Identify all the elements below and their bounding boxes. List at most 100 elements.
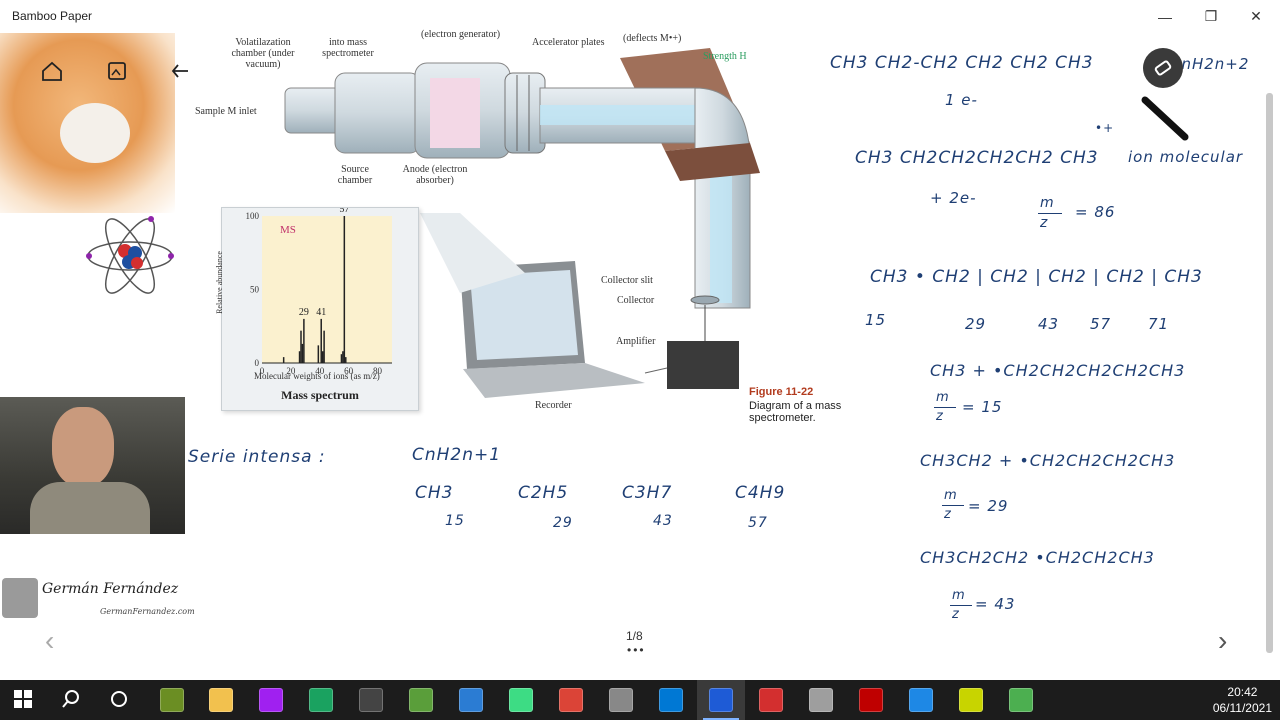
note-line4: + 2e- [930,189,977,207]
label-anode: Anode (electron absorber) [402,164,468,186]
note-mz1-val: = 86 [1075,203,1116,221]
mail-taskbar-button[interactable] [647,680,695,720]
plot-area [262,216,392,363]
note-line6: CH3 + •CH2CH2CH2CH2CH3 [930,361,1186,380]
note-line7-mz: = 29 [968,497,1009,515]
note-chain: CH3 • CH2 | CH2 | CH2 | CH2 | CH3 [870,267,1203,287]
app-icon-yellow [959,688,983,712]
serie-num-29: 29 [553,515,573,531]
cortana-taskbar-button[interactable] [96,680,144,720]
app-1-taskbar-button[interactable] [148,680,196,720]
taskbar: 20:42 06/11/2021 [0,680,1280,720]
webcam-video [0,397,185,534]
note-mz3-den: z [944,507,952,522]
system-clock[interactable]: 20:42 06/11/2021 [1213,684,1272,716]
app-globe-taskbar-button[interactable] [897,680,945,720]
note-mz3-num: m [944,488,958,503]
bamboo-paper-icon [709,688,733,712]
label-collector: Collector [617,295,655,306]
search-taskbar-button[interactable] [48,680,96,720]
serie-item-c2h5: C2H5 [518,483,569,503]
back-button[interactable] [170,60,192,87]
amplifier-box [667,341,739,389]
explorer-taskbar-button[interactable] [197,680,245,720]
note-line8-mz: = 43 [975,595,1016,613]
app-bw-taskbar-button[interactable] [597,680,645,720]
app-icon-1 [160,688,184,712]
serie-label: Serie intensa : [188,447,326,467]
y-tick-50: 50 [250,285,260,295]
home-icon [42,61,62,81]
label-recorder: Recorder [535,400,572,411]
cortana-icon [109,689,131,711]
app-purple-taskbar-button[interactable] [247,680,295,720]
title-bar: Bamboo Paper — ❐ ✕ [0,0,1280,33]
note-mz2-num: m [936,390,950,405]
app-icon-bw [609,688,633,712]
media-taskbar-button[interactable] [797,680,845,720]
recorder-keyboard [463,363,645,398]
serie-num-43: 43 [653,513,673,529]
peak-label-57: 57 [339,208,349,215]
chrome-icon [559,688,583,712]
pdf-taskbar-button[interactable] [747,680,795,720]
note-line3-sup: •+ [1095,121,1115,135]
app-title: Bamboo Paper [12,9,93,23]
app-icon-globe [909,688,933,712]
gallery-button[interactable] [106,60,128,87]
collector-shape [690,295,720,305]
electron-beam [430,78,480,148]
label-volatilization: Volatilazation chamber (under vacuum) [231,37,295,70]
caption-text: Diagram of a mass spectrometer. [749,400,842,424]
label-collector-slit: Collector slit [601,275,653,286]
source-chamber-shape [334,72,421,154]
filezilla-taskbar-button[interactable] [847,680,895,720]
app-green-taskbar-button[interactable] [297,680,345,720]
serie-item-ch3: CH3 [415,483,454,503]
spectrum-panel-label: MS [280,224,296,236]
eraser-icon [1154,60,1172,76]
spectrum-ylabel: Relative abundance [214,251,224,314]
close-button[interactable]: ✕ [1233,0,1279,33]
mail-icon [659,688,683,712]
app-yellow-taskbar-button[interactable] [947,680,995,720]
android-taskbar-button[interactable] [497,680,545,720]
note-line2: 1 e- [945,91,978,109]
app-green2-taskbar-button[interactable] [997,680,1045,720]
maximize-button[interactable]: ❐ [1188,0,1234,33]
prev-page-button[interactable]: ‹ [45,625,54,657]
label-sample-inlet: Sample M inlet [195,106,257,117]
notebook-page[interactable]: Volatilazation chamber (under vacuum) in… [0,29,1280,680]
spectrum-title: Mass spectrum [281,388,359,402]
brand-name: Germán Fernández [42,581,179,597]
app-icon-green [309,688,333,712]
app-blue-taskbar-button[interactable] [447,680,495,720]
scrollbar[interactable] [1266,93,1273,653]
serie-item-c3h7: C3H7 [622,483,673,503]
accelerator-plates [504,72,546,154]
bamboo-paper-taskbar-button[interactable] [697,680,745,720]
label-deflects: (deflects M•+) [623,33,682,44]
note-mz4-den: z [952,607,960,622]
search-icon [61,689,83,711]
start-taskbar-button[interactable] [0,680,48,720]
frag-num-71: 71 [1148,315,1170,333]
next-page-button[interactable]: › [1218,625,1227,657]
note-line3: CH3 CH2CH2CH2CH2 CH3 [855,148,1099,168]
eraser-tool-button[interactable] [1143,48,1183,88]
frag-num-43: 43 [1038,315,1060,333]
app-dark-taskbar-button[interactable] [347,680,395,720]
app-icon-green2 [1009,688,1033,712]
serie-num-57: 57 [748,515,768,531]
app-photo-taskbar-button[interactable] [397,680,445,720]
note-mz2-den: z [936,409,944,424]
home-button[interactable] [40,60,64,87]
note-line6-mz: = 15 [962,398,1003,416]
minimize-button[interactable]: — [1142,0,1188,33]
kitten-image [0,33,175,213]
app-icon-blue [459,688,483,712]
android-icon [509,688,533,712]
spectrum-xlabel: Molecular weights of ions (as m/z) [254,371,380,381]
caption-bold: Figure 11-22 [749,386,814,398]
chrome-taskbar-button[interactable] [547,680,595,720]
